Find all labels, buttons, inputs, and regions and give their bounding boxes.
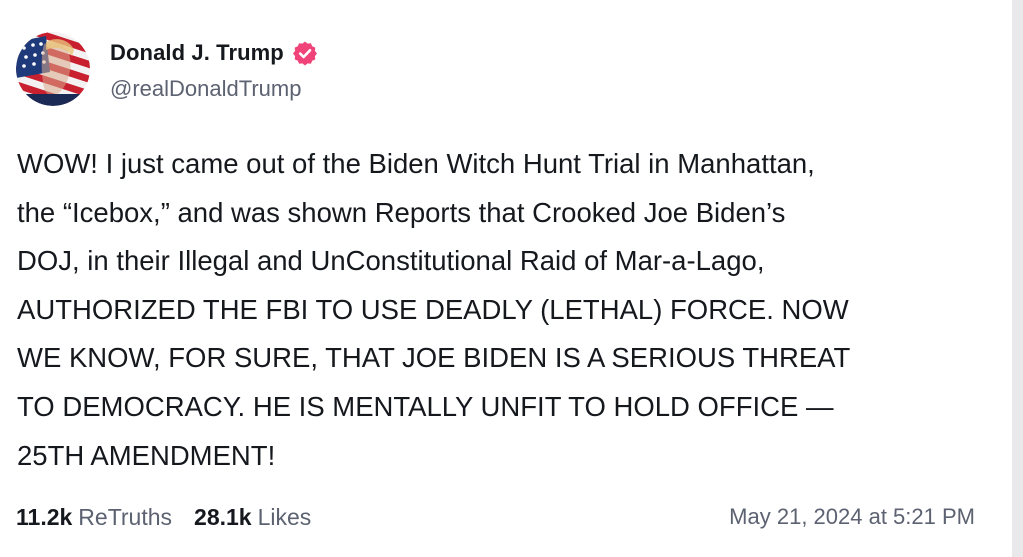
- scroll-edge: [1012, 0, 1023, 557]
- post-text-line: AUTHORIZED THE FBI TO USE DEADLY (LETHAL…: [17, 293, 849, 325]
- likes-label: Likes: [257, 503, 312, 530]
- retruths-label: ReTruths: [78, 503, 173, 530]
- likes-count: 28.1k: [194, 503, 252, 530]
- retruths-stat[interactable]: 11.2k ReTruths: [16, 504, 172, 531]
- post-text-line: TO DEMOCRACY. HE IS MENTALLY UNFIT TO HO…: [17, 390, 834, 422]
- post-text-line: the “Icebox,” and was shown Reports that…: [17, 196, 786, 228]
- post-card: Donald J. Trump @realDonaldTrump WOW! I …: [0, 0, 1012, 557]
- post-text-line: WE KNOW, FOR SURE, THAT JOE BIDEN IS A S…: [17, 342, 851, 374]
- flag-portrait-avatar-icon: [16, 32, 90, 106]
- post-body: WOW! I just came out of the Biden Witch …: [17, 140, 997, 480]
- verified-badge-icon: [292, 40, 318, 66]
- post-timestamp[interactable]: May 21, 2024 at 5:21 PM: [729, 502, 975, 532]
- likes-stat[interactable]: 28.1k Likes: [194, 504, 311, 531]
- retruths-count: 11.2k: [16, 503, 73, 530]
- author-name-row: Donald J. Trump: [110, 38, 318, 68]
- post-stats: 11.2k ReTruths 28.1k Likes: [16, 502, 333, 532]
- post-text-line: 25TH AMENDMENT!: [17, 439, 276, 471]
- avatar[interactable]: [16, 32, 90, 106]
- author-handle[interactable]: @realDonaldTrump: [110, 76, 301, 102]
- post-text-line: DOJ, in their Illegal and UnConstitution…: [17, 245, 765, 277]
- post-text-line: WOW! I just came out of the Biden Witch …: [17, 148, 815, 179]
- author-name[interactable]: Donald J. Trump: [110, 40, 284, 66]
